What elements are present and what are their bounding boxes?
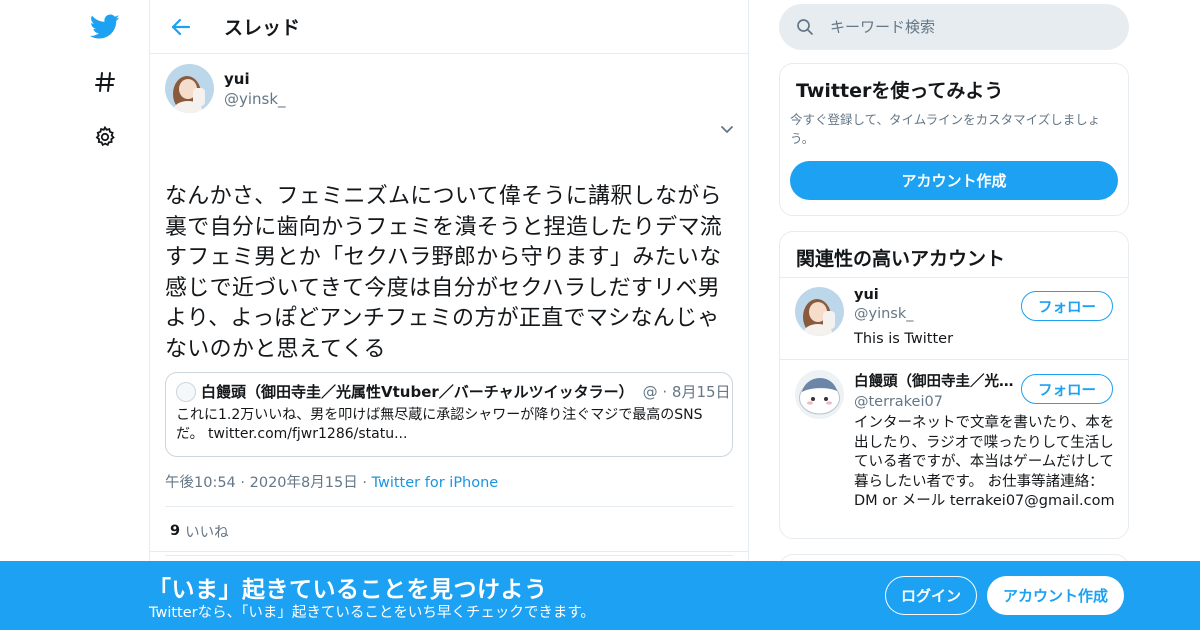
tweet-text: なんかさ、フェミニズムについて偉そうに講釈しながら裏で自分に歯向かうフェミを潰そ… (165, 184, 723, 362)
search-icon (795, 17, 815, 37)
likes-count: 9 (170, 523, 181, 539)
search-input[interactable] (830, 18, 1110, 36)
tweet-time[interactable]: 午後10:54 (165, 475, 236, 491)
banner-subtitle: Twitterなら、「いま」起きていることをいち早くチェックできます。 (149, 605, 595, 621)
tweet-author[interactable]: yui @yinsk_ (165, 64, 286, 113)
nav-rail (0, 0, 150, 630)
related-accounts-title: 関連性の高いアカウント (796, 248, 1006, 270)
gear-icon[interactable] (90, 122, 120, 152)
page-title: スレッド (224, 17, 301, 39)
quote-avatar (176, 381, 196, 402)
avatar[interactable] (795, 287, 844, 336)
signup-card: Twitterを使ってみよう 今すぐ登録して、タイムラインをカスタマイズしましょ… (779, 63, 1129, 216)
author-screen-name[interactable]: @yinsk_ (224, 90, 286, 108)
twitter-bird-icon[interactable] (90, 12, 120, 42)
quote-text: これに1.2万いいね、男を叩けば無尽蔵に承認シャワーが降り注ぐマジで最高のSNS… (176, 407, 703, 442)
follow-button[interactable]: フォロー (1021, 374, 1113, 404)
avatar[interactable] (165, 64, 214, 113)
divider (780, 359, 1128, 360)
login-button[interactable]: ログイン (885, 576, 977, 615)
related-user-name[interactable]: yui (854, 287, 1014, 303)
chevron-down-icon[interactable] (720, 120, 734, 139)
hashtag-icon[interactable] (90, 67, 120, 97)
thread-header: スレッド (150, 0, 748, 54)
related-user-name[interactable]: 白饅頭（御田寺圭／光属性Vtuber／バーチャルツイッタラー） (854, 370, 1014, 391)
search-box[interactable] (779, 4, 1129, 50)
divider (780, 277, 1128, 278)
create-account-button[interactable]: アカウント作成 (790, 161, 1118, 200)
related-user-screen-name[interactable]: @yinsk_ (854, 306, 1014, 322)
likes-label: いいね (185, 524, 229, 541)
quote-meta: @ · 8月15日 (642, 383, 731, 401)
thread-column: スレッド yui @yinsk_ なんかさ、フェミニズムについて偉そうに講釈しな… (149, 0, 749, 630)
related-user-screen-name[interactable]: @terrakei07 (854, 394, 1014, 410)
tweet-timestamp: 午後10:54 · 2020年8月15日 · Twitter for iPhon… (165, 475, 499, 491)
related-user-bio: インターネットで文章を書いたり、本を出したり、ラジオで喋ったりして生活している者… (854, 415, 1115, 509)
tweet-source-link[interactable]: Twitter for iPhone (372, 475, 499, 491)
related-user-bio: This is Twitter (854, 331, 954, 347)
author-display-name[interactable]: yui (224, 70, 286, 88)
banner-title: 「いま」起きていることを見つけよう (148, 577, 548, 603)
related-accounts-card: 関連性の高いアカウント yui @yinsk_ フォロー This is Twi… (779, 231, 1129, 539)
likes-row[interactable]: 9 いいね (165, 506, 733, 556)
banner-create-account-button[interactable]: アカウント作成 (987, 576, 1124, 615)
signup-banner: 「いま」起きていることを見つけよう Twitterなら、「いま」起きていることを… (0, 561, 1200, 630)
quote-display-name: 白饅頭（御田寺圭／光属性Vtuber／バーチャルツイッタラー） (201, 383, 634, 401)
signup-card-title: Twitterを使ってみよう (796, 80, 1004, 102)
avatar[interactable] (795, 370, 844, 419)
quoted-tweet[interactable]: 白饅頭（御田寺圭／光属性Vtuber／バーチャルツイッタラー） @ · 8月15… (165, 372, 733, 457)
back-arrow-icon[interactable] (166, 12, 196, 42)
divider (150, 551, 749, 552)
signup-card-description: 今すぐ登録して、タイムラインをカスタマイズしましょう。 (790, 112, 1101, 146)
follow-button[interactable]: フォロー (1021, 291, 1113, 321)
tweet-date[interactable]: 2020年8月15日 (250, 475, 358, 491)
